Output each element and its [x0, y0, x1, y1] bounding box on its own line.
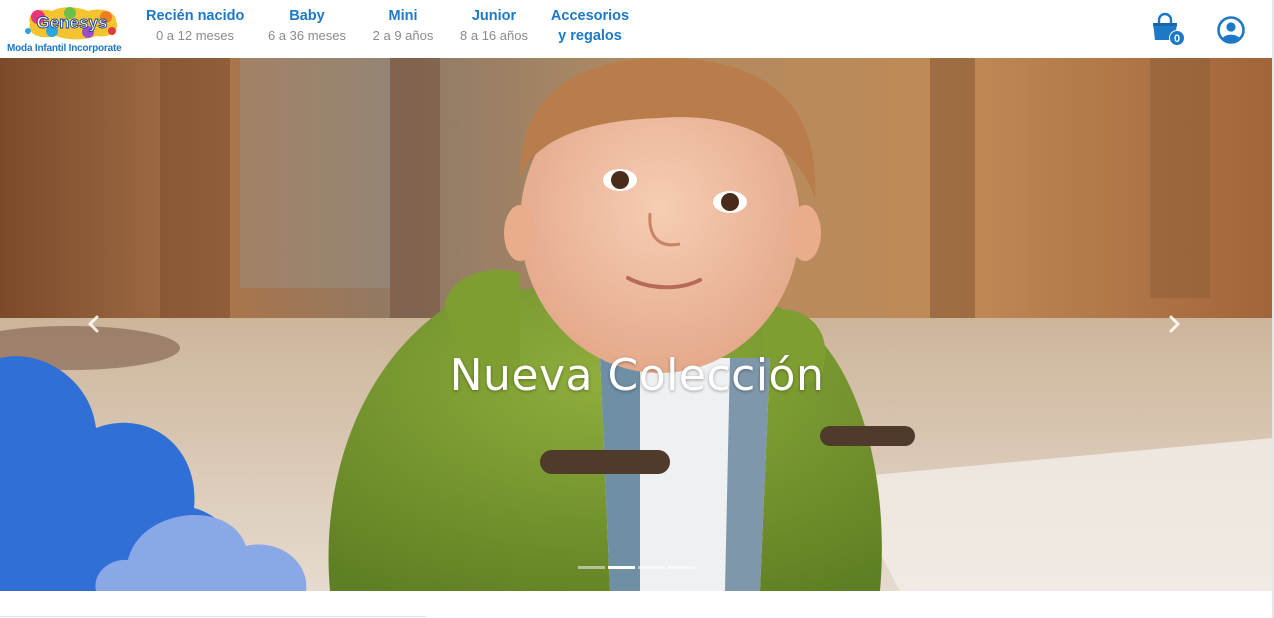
nav-subtitle: 0 a 12 meses	[155, 28, 235, 43]
hero-caption: Nueva Colección	[449, 350, 825, 401]
cart-button[interactable]: 0	[1150, 12, 1186, 48]
logo-wordmark: Genesys	[37, 13, 108, 32]
carousel-indicators	[578, 566, 695, 570]
carousel-indicator-1[interactable]	[578, 566, 605, 569]
section-divider	[0, 616, 426, 617]
nav-baby[interactable]: Baby 6 a 36 meses	[266, 6, 348, 46]
hero-carousel[interactable]: Nueva Colección	[0, 58, 1274, 591]
account-button[interactable]	[1216, 15, 1246, 45]
chevron-right-icon	[1169, 315, 1180, 333]
carousel-prev-button[interactable]	[82, 312, 106, 336]
logo-splash-icon: Genesys	[25, 7, 118, 40]
carousel-indicator-2[interactable]	[608, 566, 635, 569]
nav-title-line2: y regalos	[558, 28, 622, 44]
nav-title: Junior	[471, 8, 517, 24]
nav-accesorios[interactable]: Accesorios y regalos	[548, 6, 632, 46]
nav-subtitle: 2 a 9 años	[372, 28, 434, 43]
nav-title: Baby	[289, 8, 325, 24]
brand-logo[interactable]: Genesys Moda Infantil Incorporate	[4, 3, 128, 55]
carousel-indicator-4[interactable]	[668, 566, 695, 569]
nav-title: Recién nacido	[146, 8, 245, 24]
carousel-indicator-3[interactable]	[638, 566, 665, 569]
nav-mini[interactable]: Mini 2 a 9 años	[369, 6, 437, 46]
cart-count-badge: 0	[1169, 30, 1185, 46]
nav-subtitle: 6 a 36 meses	[267, 28, 347, 43]
chevron-left-icon	[88, 315, 99, 333]
site-header: Genesys Moda Infantil Incorporate Recién…	[0, 0, 1274, 58]
user-circle-icon	[1217, 16, 1245, 44]
nav-subtitle: 8 a 16 años	[460, 28, 528, 43]
nav-title: Accesorios	[550, 8, 630, 24]
nav-recien-nacido[interactable]: Recién nacido 0 a 12 meses	[146, 6, 244, 46]
brand-tagline: Moda Infantil Incorporate	[7, 43, 122, 54]
carousel-next-button[interactable]	[1162, 312, 1186, 336]
nav-junior[interactable]: Junior 8 a 16 años	[458, 6, 530, 46]
nav-title: Mini	[388, 8, 418, 24]
